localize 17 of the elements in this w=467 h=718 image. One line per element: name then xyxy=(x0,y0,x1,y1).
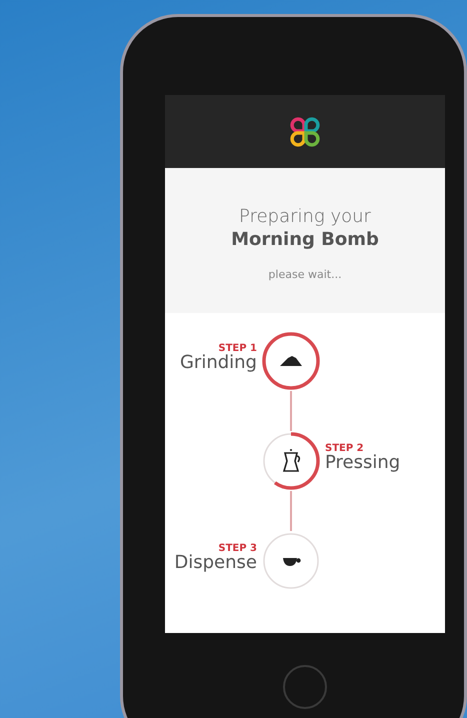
status-text: please wait... xyxy=(268,268,342,281)
step-name: Dispense xyxy=(174,554,257,572)
connector-line xyxy=(290,391,292,431)
clover-logo-icon xyxy=(288,114,322,148)
home-button[interactable] xyxy=(283,665,327,709)
cup-icon xyxy=(283,558,301,566)
progress-ring-track xyxy=(263,533,319,589)
coffee-grounds-icon xyxy=(280,356,302,366)
step-number: STEP 3 xyxy=(218,544,257,554)
step-number: STEP 2 xyxy=(325,444,364,454)
title-text: Morning Bomb xyxy=(231,229,379,250)
step-name: Pressing xyxy=(325,454,400,472)
step-number: STEP 1 xyxy=(218,344,257,354)
step-name: Grinding xyxy=(180,354,257,372)
moka-pot-icon xyxy=(282,449,300,472)
connector-line xyxy=(290,491,292,531)
title-text: Preparing your xyxy=(239,206,371,227)
